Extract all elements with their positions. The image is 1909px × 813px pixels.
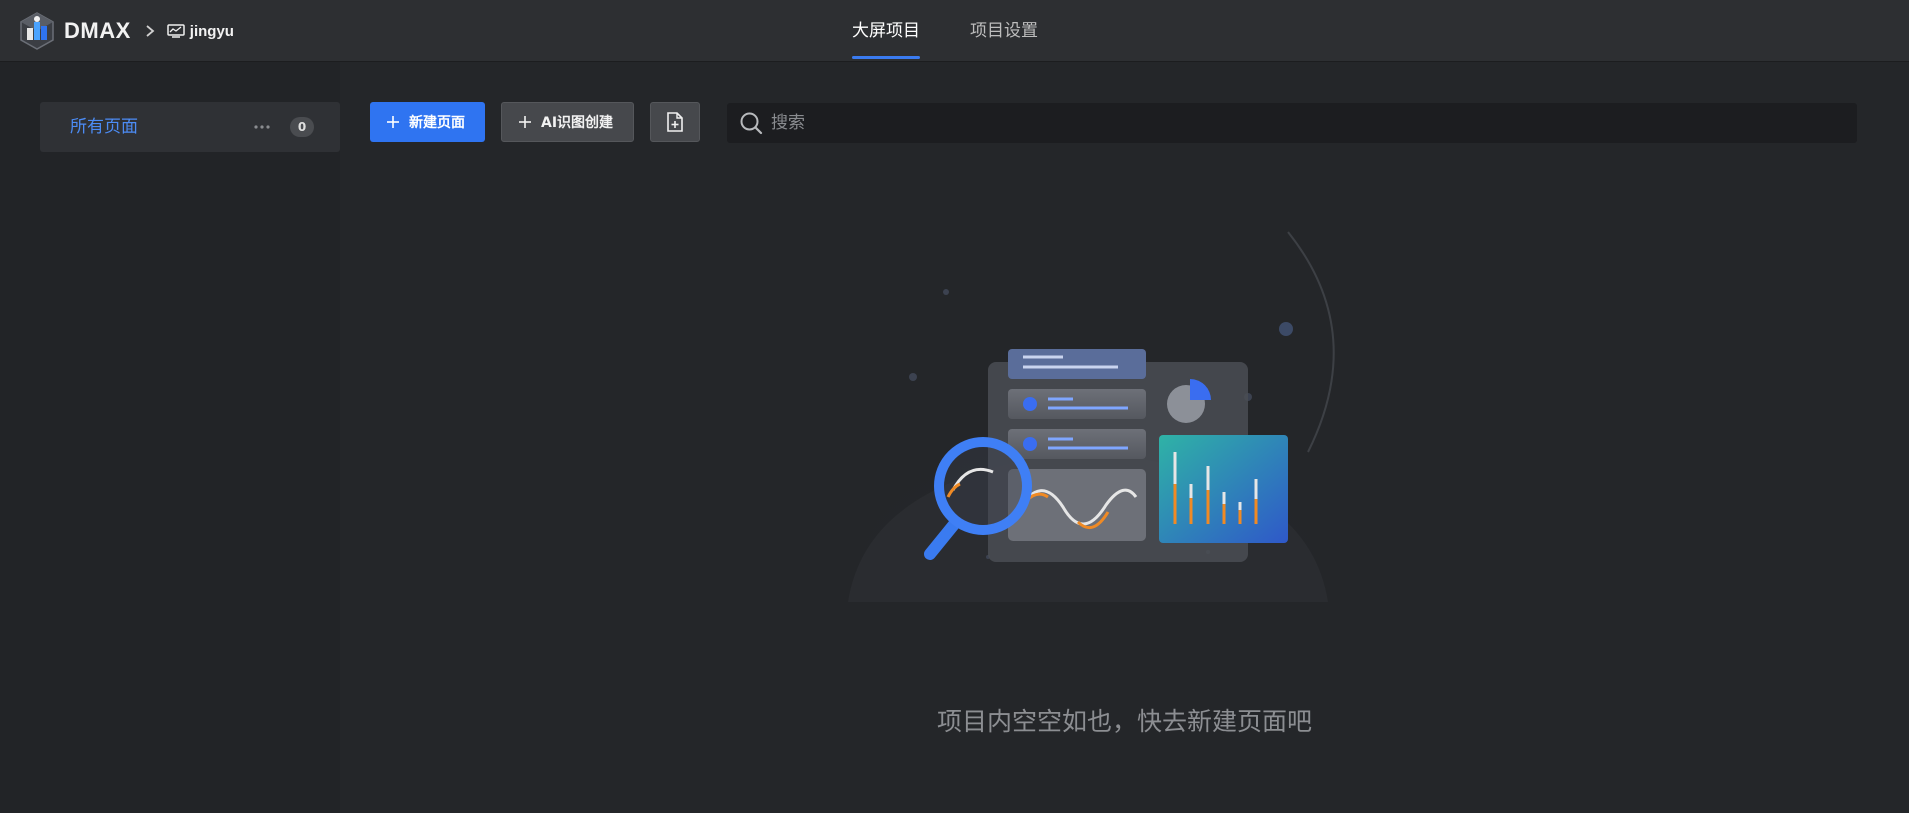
- search-icon: [740, 112, 763, 135]
- top-bar: DMAX jingyu 大屏项目 项目设置: [0, 0, 1909, 62]
- brand[interactable]: DMAX jingyu: [16, 10, 234, 52]
- sidebar-item-all-pages[interactable]: 所有页面 0: [40, 102, 340, 152]
- import-button[interactable]: [650, 102, 701, 142]
- page-count-badge: 0: [290, 117, 314, 137]
- top-tabs: 大屏项目 项目设置: [852, 0, 1038, 62]
- new-page-label: 新建页面: [409, 115, 465, 131]
- sidebar: 所有页面 0: [0, 62, 340, 813]
- plus-icon: [519, 116, 531, 128]
- empty-state-illustration: [828, 231, 1348, 602]
- file-import-icon: [667, 112, 683, 132]
- ai-create-button[interactable]: AI识图创建: [501, 102, 635, 142]
- dmax-logo-icon: [20, 12, 54, 50]
- chevron-right-icon: [146, 25, 155, 37]
- project-name: jingyu: [189, 22, 234, 40]
- sidebar-item-label: 所有页面: [70, 117, 138, 137]
- ai-create-label: AI识图创建: [541, 115, 614, 131]
- screen-icon: [167, 24, 185, 38]
- main-content: 新建页面 AI识图创建 搜索 项目内空空如也，快去新建页面吧: [340, 62, 1909, 813]
- brand-name: DMAX: [64, 18, 131, 43]
- tab-project-settings[interactable]: 项目设置: [970, 0, 1038, 62]
- plus-icon: [387, 116, 399, 128]
- more-icon[interactable]: [253, 120, 271, 134]
- toolbar: 新建页面 AI识图创建: [370, 102, 701, 142]
- search-input[interactable]: [769, 103, 1857, 143]
- empty-state-message: 项目内空空如也，快去新建页面吧: [937, 707, 1313, 736]
- new-page-button[interactable]: 新建页面: [370, 102, 485, 142]
- tab-screen-projects[interactable]: 大屏项目: [852, 0, 920, 62]
- search-box: [727, 103, 1857, 143]
